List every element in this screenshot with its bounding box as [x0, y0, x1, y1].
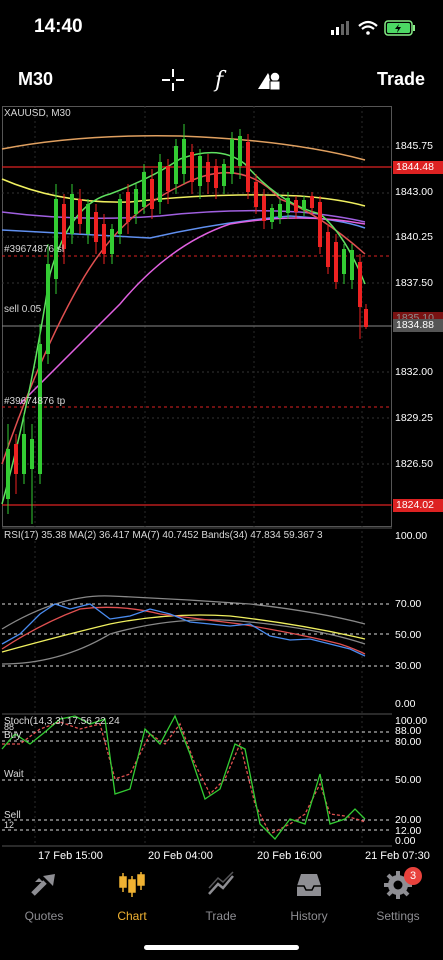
quotes-icon [31, 874, 55, 896]
wifi-icon [358, 20, 378, 35]
price-tick: 1837.50 [395, 277, 433, 289]
upper-level-price-box: 1844.48 [393, 161, 443, 174]
history-icon [297, 874, 321, 896]
stoch-buy-label: Buy [4, 730, 22, 741]
status-icons [331, 20, 415, 36]
timeframe-button[interactable]: M30 [18, 69, 53, 90]
svg-text:f: f [213, 68, 227, 93]
ma-magenta-line [19, 217, 366, 405]
price-tick: 1832.00 [395, 366, 433, 378]
trade-button[interactable]: Trade [377, 69, 425, 90]
symbol-label: XAUUSD, M30 [4, 108, 71, 119]
rsi-band-upper [1, 595, 366, 630]
sell-order-label: sell 0.05 [4, 304, 42, 315]
settings-badge: 3 [404, 867, 422, 885]
tab-label: Settings [376, 909, 420, 923]
rsi-label: RSI(17) 35.38 MA(2) 36.417 MA(7) 40.7452… [4, 530, 323, 541]
home-indicator [144, 945, 299, 950]
price-tick: 1840.25 [395, 231, 433, 243]
price-chart[interactable]: XAUUSD, M30 #39674876 sl sell 0.05 #3967… [0, 104, 443, 862]
rsi-tick: 0.00 [395, 698, 416, 710]
rsi-tick: 70.00 [395, 598, 422, 610]
tab-label: Chart [117, 909, 147, 923]
tab-trade[interactable]: Trade [177, 862, 265, 923]
rsi-tick: 30.00 [395, 660, 422, 672]
signal-icon [331, 21, 349, 35]
status-time: 14:40 [34, 16, 83, 37]
stoch-tick: 50.00 [395, 774, 422, 786]
battery-icon [384, 20, 415, 36]
stoch-level-12: 12 [4, 820, 15, 830]
tab-chart[interactable]: Chart [88, 862, 176, 923]
status-bar: 14:40 [0, 0, 443, 58]
time-tick: 21 Feb 07:30 [365, 850, 430, 862]
chart-icon [119, 872, 145, 897]
rsi-band-lower [1, 619, 366, 665]
chart-canvas[interactable] [0, 104, 443, 850]
lower-level-price-box: 1824.02 [393, 499, 443, 512]
time-tick: 20 Feb 04:00 [148, 850, 213, 862]
current-price-box: 1834.88 [393, 319, 443, 332]
tab-history[interactable]: History [265, 862, 353, 923]
rsi-tick: 50.00 [395, 629, 422, 641]
tab-quotes[interactable]: Quotes [0, 862, 88, 923]
tab-settings[interactable]: 3 Settings [354, 862, 442, 923]
price-tick: 1843.00 [395, 186, 433, 198]
indicators-icon[interactable]: f [208, 67, 234, 93]
tab-label: History [290, 909, 328, 923]
stoch-label: Stoch(14,3,3) 17.56 22.24 [4, 716, 120, 727]
crosshair-icon[interactable] [160, 67, 186, 93]
price-tick: 1845.75 [395, 140, 433, 152]
time-tick: 17 Feb 15:00 [38, 850, 103, 862]
price-tick: 1826.50 [395, 458, 433, 470]
stoch-tick: 80.00 [395, 736, 422, 748]
objects-icon[interactable] [256, 67, 282, 93]
rsi-tick: 100.00 [395, 530, 428, 542]
tab-label: Quotes [24, 909, 64, 923]
stoch-tick: 0.00 [395, 835, 416, 847]
take-profit-label: #39674876 tp [4, 396, 66, 407]
stop-loss-label: #39674876 sl [4, 244, 65, 255]
trade-icon [208, 871, 234, 895]
time-tick: 20 Feb 16:00 [257, 850, 322, 862]
stoch-wait-label: Wait [4, 769, 24, 780]
tab-label: Trade [205, 909, 237, 923]
chart-toolbar: M30 f Trade [0, 58, 443, 102]
price-tick: 1829.25 [395, 412, 433, 424]
